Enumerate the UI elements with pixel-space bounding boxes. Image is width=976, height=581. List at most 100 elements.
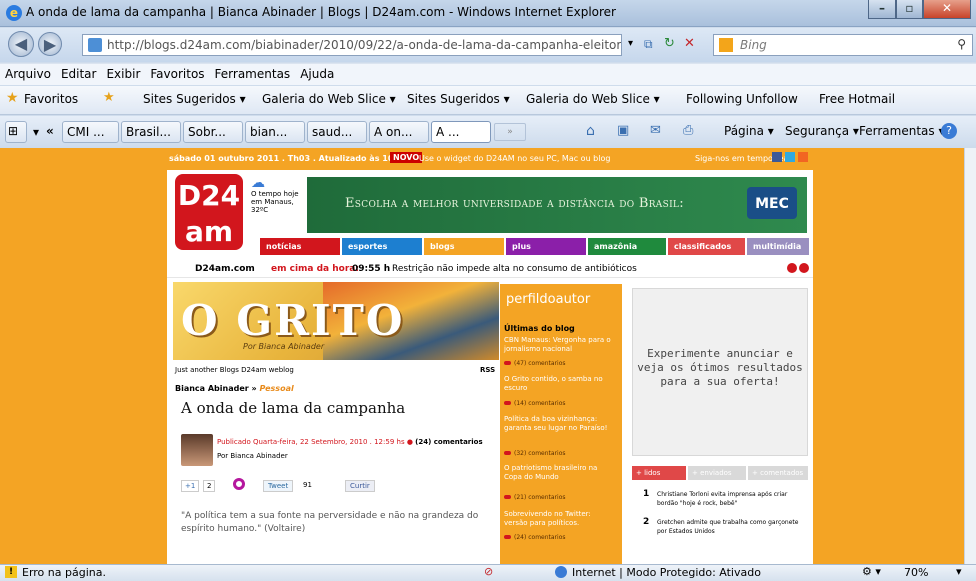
- menu-ajuda[interactable]: Ajuda: [300, 67, 334, 81]
- rss-icon[interactable]: [798, 152, 808, 162]
- chevron-left-icon[interactable]: «: [46, 124, 54, 138]
- advertise-box[interactable]: Experimente anunciar e veja os ótimos re…: [632, 288, 808, 456]
- menu-editar[interactable]: Editar: [61, 67, 97, 81]
- back-button[interactable]: ◀: [8, 31, 34, 57]
- maximize-button[interactable]: ▫: [896, 0, 923, 19]
- sidebar-item-3[interactable]: Política da boa vizinhança: garanta seu …: [504, 415, 616, 433]
- tweet-count: 91: [303, 481, 312, 489]
- rss-link[interactable]: RSS: [480, 366, 495, 374]
- fav-item-1[interactable]: Sites Sugeridos ▾: [143, 92, 246, 106]
- home-icon[interactable]: ⌂: [586, 123, 595, 139]
- tools-menu[interactable]: Ferramentas ▾: [859, 124, 944, 138]
- nav-plus[interactable]: plus: [506, 238, 586, 255]
- fav-item-6[interactable]: Free Hotmail: [819, 92, 895, 106]
- popular-item-2[interactable]: 2 Gretchen admite que trabalha como garç…: [637, 518, 807, 536]
- security-menu[interactable]: Segurança ▾: [785, 124, 859, 138]
- author-avatar[interactable]: [181, 434, 213, 466]
- refresh-icon[interactable]: ↻: [664, 36, 675, 51]
- fav-item-2[interactable]: Galeria do Web Slice ▾: [262, 92, 396, 106]
- menu-ferramentas[interactable]: Ferramentas: [215, 67, 291, 81]
- post-quote: "A política tem a sua fonte na perversid…: [181, 511, 479, 534]
- tab-2[interactable]: Brasil...: [121, 121, 181, 143]
- security-zone[interactable]: Internet | Modo Protegido: Ativado: [572, 566, 761, 579]
- tab-3[interactable]: Sobr...: [183, 121, 243, 143]
- tab-6[interactable]: A on...: [369, 121, 429, 143]
- site-top-strip: sábado 01 outubro 2011 . Th03 . Atualiza…: [167, 148, 813, 170]
- sidebar-item-1[interactable]: CBN Manaus: Vergonha para o jornalismo n…: [504, 336, 616, 354]
- status-text[interactable]: Erro na página.: [22, 566, 106, 579]
- nav-classificados[interactable]: classificados: [668, 238, 745, 255]
- address-input[interactable]: http://blogs.d24am.com/biabinader/2010/0…: [82, 34, 622, 56]
- tweet-button[interactable]: Tweet: [263, 480, 294, 492]
- close-button[interactable]: ✕: [923, 0, 971, 19]
- sidebar-item-2[interactable]: O Grito contido, o samba no escuro: [504, 375, 616, 393]
- zoom-level[interactable]: 70%: [904, 566, 928, 579]
- menu-arquivo[interactable]: Arquivo: [5, 67, 51, 81]
- mail-icon[interactable]: ✉: [650, 123, 661, 138]
- tab-5[interactable]: saud...: [307, 121, 367, 143]
- tab-7-active[interactable]: A ...: [431, 121, 491, 143]
- widget-text[interactable]: Use o widget do D24AM no seu PC, Mac ou …: [419, 154, 610, 163]
- facebook-like-button[interactable]: Curtir: [345, 480, 375, 492]
- search-icon[interactable]: ⚲: [957, 37, 966, 51]
- page-menu[interactable]: Página ▾: [724, 124, 774, 138]
- search-input[interactable]: Bing ⚲: [713, 34, 973, 56]
- tab-mais-comentados[interactable]: + comentados: [748, 466, 808, 480]
- ticker-next-icon[interactable]: [799, 263, 809, 273]
- window-title: A onda de lama da campanha | Bianca Abin…: [26, 5, 616, 19]
- sidebar-item-4[interactable]: O patriotismo brasileiro na Copa do Mund…: [504, 464, 616, 482]
- print-icon[interactable]: ⎙: [683, 123, 693, 138]
- tab-mais-lidos[interactable]: + lidos: [632, 466, 686, 480]
- ticker-headline[interactable]: Restrição não impede alta no consumo de …: [392, 264, 637, 274]
- protected-mode-icon[interactable]: ⚙ ▾: [862, 565, 881, 578]
- tab-list-icon[interactable]: ▾: [33, 125, 39, 139]
- dropdown-icon[interactable]: ▾: [628, 38, 633, 49]
- compat-icon[interactable]: ⧉: [644, 37, 653, 52]
- facebook-icon[interactable]: [772, 152, 782, 162]
- help-icon[interactable]: ?: [941, 123, 957, 139]
- minimize-button[interactable]: –: [868, 0, 896, 19]
- nav-blogs[interactable]: blogs: [424, 238, 504, 255]
- fav-item-4[interactable]: Galeria do Web Slice ▾: [526, 92, 660, 106]
- menu-favoritos[interactable]: Favoritos: [150, 67, 204, 81]
- favorites-button[interactable]: Favoritos: [24, 92, 78, 106]
- sidebar-item-5[interactable]: Sobrevivendo no Twitter: versão para pol…: [504, 510, 616, 528]
- popular-item-1[interactable]: 1 Christiane Torloni evita imprensa após…: [637, 490, 807, 508]
- comment-icon: [504, 401, 511, 405]
- vertical-scrollbar[interactable]: [964, 148, 976, 564]
- tab-1[interactable]: CMI ...: [62, 121, 119, 143]
- plusone-count: 2: [203, 480, 216, 492]
- breadcrumb-category[interactable]: Pessoal: [259, 384, 293, 393]
- blog-banner[interactable]: O GRITO Por Bianca Abinader: [173, 282, 499, 360]
- nav-esportes[interactable]: esportes: [342, 238, 422, 255]
- plusone-button[interactable]: +1: [181, 480, 200, 492]
- zoom-dropdown-icon[interactable]: ▾: [956, 565, 962, 578]
- add-favorite-icon[interactable]: ★: [103, 90, 115, 105]
- orkut-icon[interactable]: [233, 478, 245, 490]
- feeds-icon[interactable]: ▣: [617, 123, 629, 138]
- new-tab-button[interactable]: »: [494, 123, 526, 141]
- d24am-logo[interactable]: D24 am: [175, 174, 243, 250]
- stop-icon[interactable]: ✕: [684, 36, 695, 51]
- tab-4[interactable]: bian...: [245, 121, 305, 143]
- forward-button[interactable]: ▶: [38, 32, 62, 56]
- tab-mais-enviados[interactable]: + enviados: [688, 466, 746, 480]
- quick-tabs-button[interactable]: ⊞: [5, 121, 27, 143]
- post-comments[interactable]: (24) comentarios: [415, 438, 482, 446]
- fav-item-3[interactable]: Sites Sugeridos ▾: [407, 92, 510, 106]
- breadcrumb-author[interactable]: Bianca Abinader »: [175, 384, 257, 393]
- nav-noticias[interactable]: notícias: [260, 238, 340, 255]
- fav-item-5[interactable]: Following Unfollow: [686, 92, 798, 106]
- ticker-label: em cima da hora:: [271, 264, 359, 274]
- privacy-icon[interactable]: ⊘: [484, 565, 493, 578]
- nav-amazonia[interactable]: amazônia: [588, 238, 666, 255]
- ticker-prev-icon[interactable]: [787, 263, 797, 273]
- warning-icon[interactable]: !: [5, 566, 17, 578]
- post-author[interactable]: Por Bianca Abinader: [217, 452, 288, 460]
- nav-multimidia[interactable]: multimídia: [747, 238, 809, 255]
- menu-exibir[interactable]: Exibir: [106, 67, 140, 81]
- post-meta: Publicado Quarta-feira, 22 Setembro, 201…: [217, 438, 483, 446]
- status-bar: ! Erro na página. ⊘ Internet | Modo Prot…: [0, 564, 976, 581]
- twitter-icon[interactable]: [785, 152, 795, 162]
- university-banner[interactable]: Escolha a melhor universidade a distânci…: [307, 177, 807, 233]
